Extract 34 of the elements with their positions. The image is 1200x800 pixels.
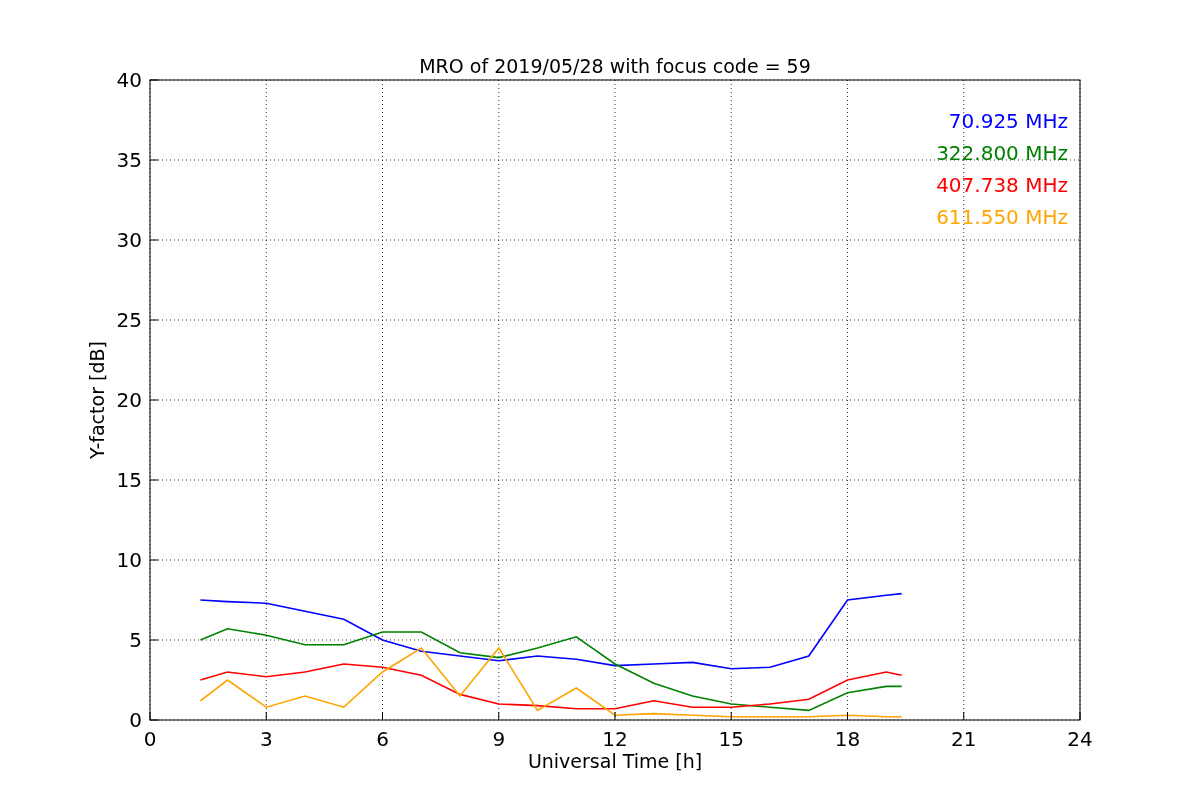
tick-label: 15 [718, 727, 744, 751]
tick-label: 24 [1067, 727, 1093, 751]
legend-label: 70.925 MHz [948, 109, 1068, 133]
tick-mark [963, 711, 965, 721]
tick-mark [730, 711, 732, 721]
legend-label: 322.800 MHz [936, 141, 1068, 165]
tick-label: 0 [143, 727, 157, 751]
tick-label: 3 [259, 727, 273, 751]
legend-label: 407.738 MHz [936, 173, 1068, 197]
tick-label: 12 [602, 727, 628, 751]
chart-title: MRO of 2019/05/28 with focus code = 59 [419, 55, 811, 77]
tick-label: 5 [129, 628, 142, 652]
tick-mark [265, 711, 267, 721]
legend-label: 611.550 MHz [936, 205, 1068, 229]
tick-label: 20 [116, 388, 142, 412]
tick-label: 18 [834, 727, 861, 751]
tick-label: 30 [116, 228, 142, 252]
tick-mark [614, 711, 616, 721]
tick-label: 9 [492, 727, 506, 751]
tick-mark [382, 711, 383, 721]
tick-label: 6 [376, 727, 389, 751]
tick-label: 15 [116, 468, 142, 492]
axis-label: Y-factor [dB] [86, 341, 108, 459]
tick-label: 25 [116, 308, 142, 332]
tick-label: 0 [129, 708, 142, 732]
axis-label: Universal Time [h] [527, 750, 703, 772]
tick-mark [498, 711, 500, 721]
tick-label: 10 [116, 548, 142, 572]
tick-mark [149, 79, 159, 81]
tick-mark [1079, 711, 1081, 721]
tick-mark [847, 711, 848, 721]
tick-label: 40 [116, 68, 142, 92]
tick-label: 21 [951, 727, 977, 751]
tick-label: 35 [116, 148, 142, 172]
